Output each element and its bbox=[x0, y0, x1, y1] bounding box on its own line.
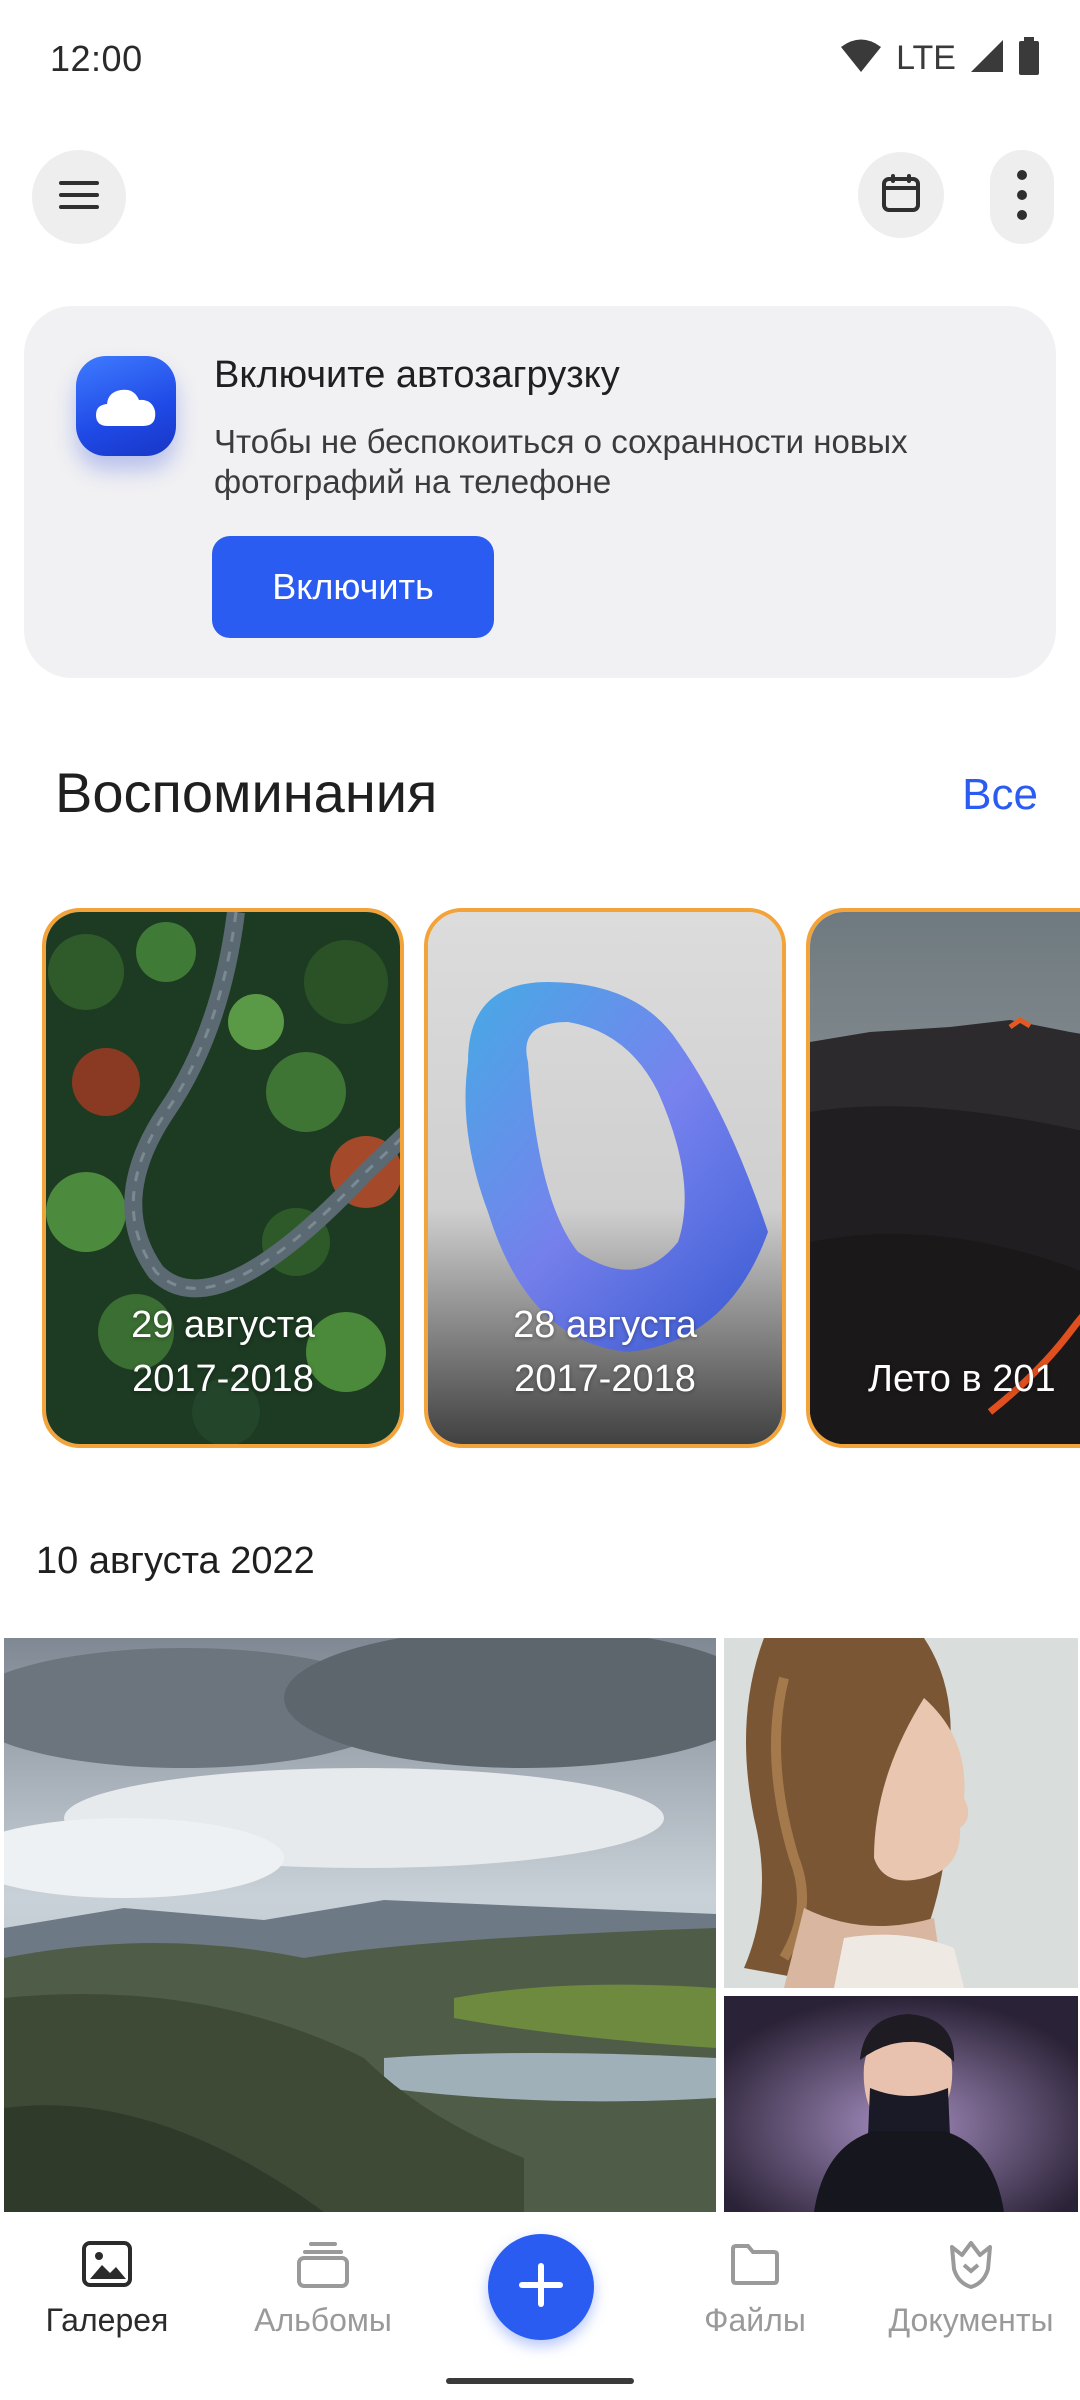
memory-date: 29 августа bbox=[131, 1304, 315, 1346]
network-type: LTE bbox=[896, 38, 956, 77]
status-time: 12:00 bbox=[50, 38, 143, 79]
home-indicator[interactable] bbox=[446, 2378, 634, 2384]
signal-icon bbox=[970, 39, 1004, 78]
photo-thumbnail[interactable] bbox=[724, 1638, 1078, 1988]
memory-years: 2017-2018 bbox=[132, 1358, 314, 1400]
banner-title: Включите автозагрузку bbox=[214, 354, 620, 396]
photo-thumbnail[interactable] bbox=[4, 1638, 716, 2212]
autoload-banner: Включите автозагрузку Чтобы не беспокоит… bbox=[24, 306, 1056, 678]
gallery-date-heading: 10 августа 2022 bbox=[36, 1540, 315, 1582]
nav-item-files[interactable]: Файлы bbox=[650, 2234, 860, 2354]
calendar-icon bbox=[881, 173, 921, 218]
nav-label: Альбомы bbox=[254, 2302, 392, 2338]
menu-button[interactable] bbox=[32, 150, 126, 244]
menu-icon bbox=[59, 179, 99, 216]
wifi-icon bbox=[840, 38, 882, 79]
nav-label: Галерея bbox=[45, 2302, 169, 2338]
memory-label: 28 августа 2017-2018 bbox=[428, 1298, 782, 1406]
memory-date: 28 августа bbox=[513, 1304, 697, 1346]
nav-label: Документы bbox=[888, 2302, 1054, 2338]
add-button[interactable] bbox=[488, 2234, 594, 2340]
more-vert-icon bbox=[1016, 169, 1028, 226]
gallery-icon bbox=[82, 2234, 132, 2294]
folder-icon bbox=[730, 2234, 780, 2294]
memory-card[interactable]: 29 августа 2017-2018 bbox=[42, 908, 404, 1448]
bottom-navigation: Галерея Альбомы Файлы Документы bbox=[0, 2212, 1080, 2400]
battery-icon bbox=[1018, 36, 1040, 80]
woman-portrait-image bbox=[724, 1638, 1078, 1988]
memory-card[interactable]: Лето в 201 bbox=[806, 908, 1080, 1448]
nav-label: Файлы bbox=[704, 2302, 806, 2338]
memory-title: Лето в 201 bbox=[868, 1358, 1056, 1400]
status-icons: LTE bbox=[840, 36, 1040, 80]
albums-icon bbox=[297, 2234, 349, 2294]
more-options-button[interactable] bbox=[990, 150, 1054, 244]
nav-item-documents[interactable]: Документы bbox=[866, 2234, 1076, 2354]
memory-label: 29 августа 2017-2018 bbox=[46, 1298, 400, 1406]
cloud-icon bbox=[76, 356, 176, 456]
calendar-button[interactable] bbox=[858, 152, 944, 238]
status-bar: 12:00 LTE bbox=[0, 0, 1080, 118]
plus-icon bbox=[517, 2261, 565, 2314]
man-portrait-image bbox=[724, 1996, 1078, 2212]
nav-item-albums[interactable]: Альбомы bbox=[218, 2234, 428, 2354]
banner-text: Чтобы не беспокоиться о сохранности новы… bbox=[214, 423, 908, 500]
memory-years: 2017-2018 bbox=[514, 1358, 696, 1400]
enable-autoload-button[interactable]: Включить bbox=[212, 536, 494, 638]
nav-item-gallery[interactable]: Галерея bbox=[2, 2234, 212, 2354]
photo-thumbnail[interactable] bbox=[724, 1996, 1078, 2212]
memory-card[interactable]: 28 августа 2017-2018 bbox=[424, 908, 786, 1448]
memories-title: Воспоминания bbox=[55, 761, 438, 824]
documents-icon bbox=[944, 2234, 998, 2294]
memories-all-link[interactable]: Все bbox=[962, 770, 1038, 820]
memory-label: Лето в 201 bbox=[868, 1352, 1080, 1406]
mountain-lake-image bbox=[4, 1638, 716, 2212]
